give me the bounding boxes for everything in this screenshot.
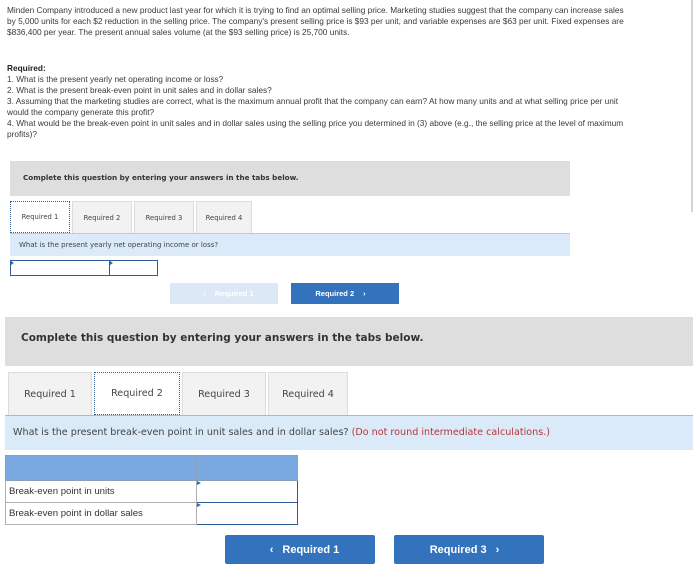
table-row: Break-even point in units bbox=[5, 480, 298, 503]
problem-text: Minden Company introduced a new product … bbox=[7, 5, 624, 37]
tab-required-2[interactable]: Required 2 bbox=[94, 372, 180, 415]
next-required-button[interactable]: Required 2 › bbox=[291, 283, 399, 304]
next-label: Required 2 bbox=[315, 289, 355, 298]
instruction-banner: Complete this question by entering your … bbox=[10, 161, 570, 196]
chevron-left-icon: ‹ bbox=[203, 289, 206, 298]
table-header-row bbox=[5, 455, 298, 481]
chevron-right-icon: › bbox=[363, 289, 366, 298]
required-item: 1. What is the present yearly net operat… bbox=[7, 74, 224, 84]
chevron-left-icon: ‹ bbox=[269, 543, 274, 556]
question-bar: What is the present yearly net operating… bbox=[10, 233, 570, 256]
required-item: 3. Assuming that the marketing studies a… bbox=[7, 95, 619, 117]
prev-required-button[interactable]: ‹ Required 1 bbox=[225, 535, 375, 564]
instruction-banner: Complete this question by entering your … bbox=[5, 317, 693, 366]
header-cell bbox=[5, 455, 197, 481]
break-even-dollars-input[interactable] bbox=[196, 502, 298, 525]
question-text: What is the present break-even point in … bbox=[13, 427, 349, 438]
question-text: What is the present yearly net operating… bbox=[19, 241, 219, 249]
tab-required-2[interactable]: Required 2 bbox=[72, 201, 132, 233]
tab-bar: Required 1 Required 2 Required 3 Require… bbox=[8, 372, 350, 415]
net-operating-amount-input[interactable] bbox=[109, 260, 158, 276]
tab-required-3[interactable]: Required 3 bbox=[134, 201, 194, 233]
next-label: Required 3 bbox=[429, 543, 487, 556]
break-even-units-input[interactable] bbox=[196, 480, 298, 503]
required-item: 4. What would be the break-even point in… bbox=[7, 117, 624, 139]
net-operating-label-input[interactable] bbox=[10, 260, 110, 276]
tab-required-4[interactable]: Required 4 bbox=[268, 372, 348, 415]
instruction-text: Complete this question by entering your … bbox=[21, 332, 424, 344]
question-line: What is the present break-even point in … bbox=[13, 427, 550, 438]
table-row: Break-even point in dollar sales bbox=[5, 502, 298, 525]
answer-table: Break-even point in units Break-even poi… bbox=[5, 455, 298, 525]
tab-required-1[interactable]: Required 1 bbox=[8, 372, 92, 415]
tab-required-1[interactable]: Required 1 bbox=[10, 201, 70, 233]
chevron-right-icon: › bbox=[495, 543, 500, 556]
prev-label: Required 1 bbox=[214, 289, 254, 298]
question-bar: What is the present break-even point in … bbox=[5, 415, 693, 450]
problem-statement: Minden Company introduced a new product … bbox=[7, 5, 627, 38]
prev-required-button[interactable]: ‹ Required 1 bbox=[170, 283, 278, 304]
instruction-text: Complete this question by entering your … bbox=[23, 173, 299, 182]
row-label: Break-even point in dollar sales bbox=[5, 502, 197, 525]
rounding-note: (Do not round intermediate calculations.… bbox=[351, 427, 551, 438]
required-list: 1. What is the present yearly net operat… bbox=[7, 74, 627, 139]
required-heading: Required: bbox=[7, 63, 46, 73]
required-item: 2. What is the present break-even point … bbox=[7, 84, 272, 95]
tab-required-4[interactable]: Required 4 bbox=[196, 201, 252, 233]
tab-bar: Required 1 Required 2 Required 3 Require… bbox=[10, 201, 254, 233]
tab-required-3[interactable]: Required 3 bbox=[182, 372, 266, 415]
prev-label: Required 1 bbox=[282, 543, 340, 556]
row-label: Break-even point in units bbox=[5, 480, 197, 503]
next-required-button[interactable]: Required 3 › bbox=[394, 535, 544, 564]
header-cell bbox=[196, 455, 298, 481]
